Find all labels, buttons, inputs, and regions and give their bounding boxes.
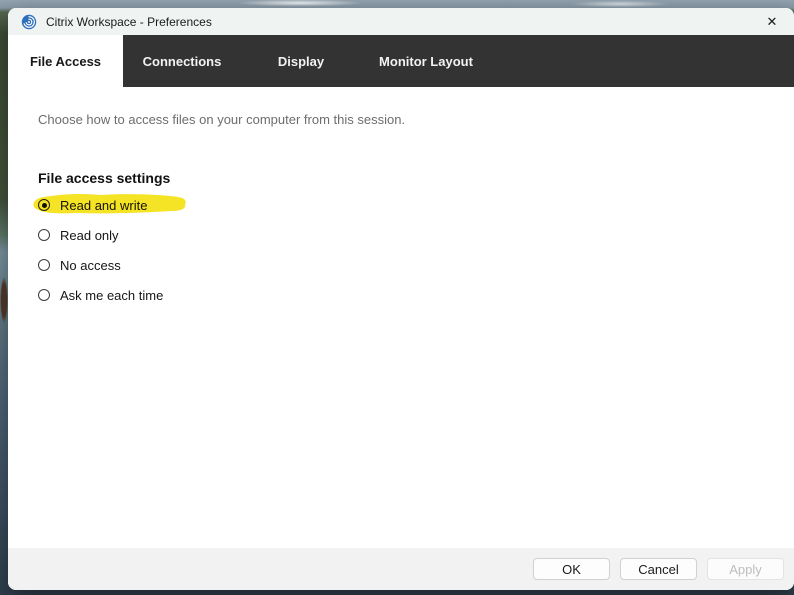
radio-button-icon[interactable] [38,229,50,241]
ok-button[interactable]: OK [533,558,610,580]
radio-read-and-write[interactable]: Read and write [33,190,258,220]
radio-read-only[interactable]: Read only [38,220,258,250]
radio-button-icon[interactable] [38,199,50,211]
radio-label: Ask me each time [60,287,164,303]
radio-label: Read and write [60,197,148,213]
radio-button-icon[interactable] [38,259,50,271]
title-bar: Citrix Workspace - Preferences ✕ [8,8,794,35]
tab-monitor-layout[interactable]: Monitor Layout [361,35,491,87]
apply-button[interactable]: Apply [707,558,784,580]
radio-label: Read only [60,227,119,243]
citrix-logo-icon [21,14,37,29]
tab-display[interactable]: Display [241,35,361,87]
cancel-button[interactable]: Cancel [620,558,697,580]
file-access-options: Read and write Read only No access Ask m… [33,190,774,310]
radio-ask-me-each-time[interactable]: Ask me each time [38,280,258,310]
file-access-settings-heading: File access settings [38,170,171,186]
tab-connections[interactable]: Connections [123,35,241,87]
close-icon[interactable]: ✕ [762,12,782,32]
file-access-panel: Choose how to access files on your compu… [8,87,794,548]
window-title: Citrix Workspace - Preferences [46,14,212,29]
desktop-wallpaper: Citrix Workspace - Preferences ✕ File Ac… [0,0,794,595]
panel-description: Choose how to access files on your compu… [38,112,406,127]
tab-file-access[interactable]: File Access [8,35,123,87]
dialog-footer: OK Cancel Apply [8,548,794,590]
tab-bar: File Access Connections Display Monitor … [8,35,794,87]
radio-button-icon[interactable] [38,289,50,301]
radio-label: No access [60,257,121,273]
radio-no-access[interactable]: No access [38,250,258,280]
preferences-dialog: Citrix Workspace - Preferences ✕ File Ac… [8,8,794,590]
